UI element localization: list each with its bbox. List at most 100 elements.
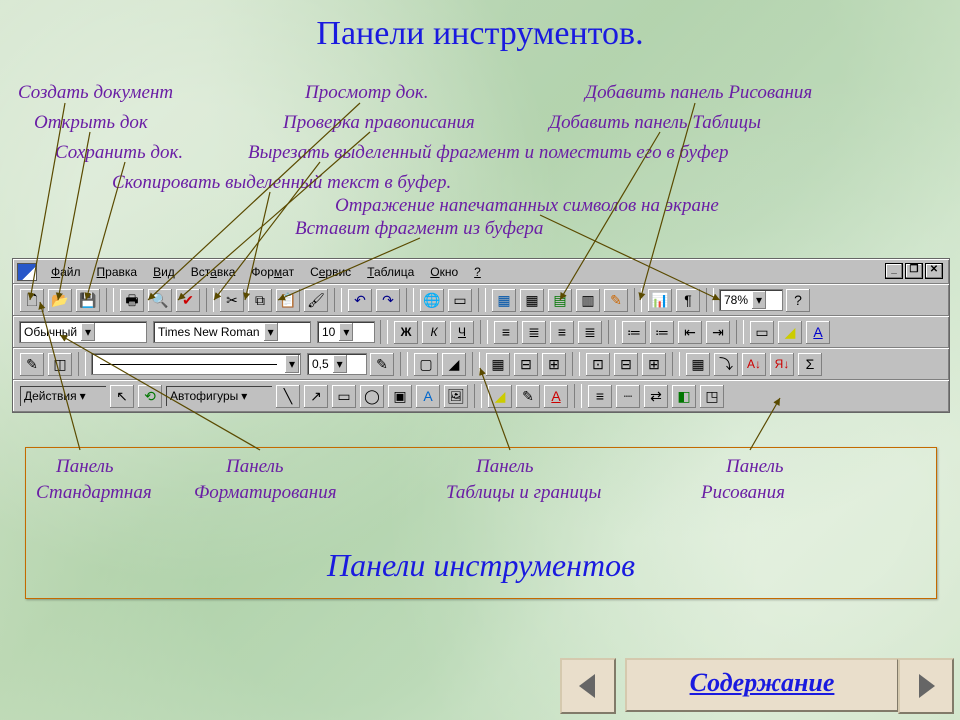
menu-format[interactable]: Формат: [243, 262, 302, 282]
bordercolor-button[interactable]: ✎: [369, 352, 395, 377]
align-left-button[interactable]: ≡: [493, 320, 519, 345]
rotate-button[interactable]: ⟲: [137, 384, 163, 409]
line-button[interactable]: ╲: [275, 384, 301, 409]
drawtable-button[interactable]: ✎: [19, 352, 45, 377]
undo-button[interactable]: ↶: [347, 288, 373, 313]
showhide-button[interactable]: ¶: [675, 288, 701, 313]
fill-button[interactable]: ◢: [487, 384, 513, 409]
eraser-button[interactable]: ◫: [47, 352, 73, 377]
distribute-rows-button[interactable]: ⊟: [613, 352, 639, 377]
autosum-button[interactable]: Σ: [797, 352, 823, 377]
shadow-button[interactable]: ◧: [671, 384, 697, 409]
outside-border-button[interactable]: ▢: [413, 352, 439, 377]
dashstyle-button[interactable]: ┈: [615, 384, 641, 409]
label-spell: Проверка правописания: [283, 112, 475, 134]
prev-button[interactable]: [560, 658, 616, 714]
copy-button[interactable]: ⧉: [247, 288, 273, 313]
print-button[interactable]: 🖶: [119, 288, 145, 313]
line-icon: ╲: [284, 389, 292, 403]
italic-icon: К: [430, 325, 437, 339]
align-just-button[interactable]: ≣: [577, 320, 603, 345]
oval-button[interactable]: ◯: [359, 384, 385, 409]
restore-button[interactable]: ❐: [905, 263, 923, 279]
oval-icon: ◯: [364, 389, 380, 403]
bold-button[interactable]: Ж: [393, 320, 419, 345]
minimize-button[interactable]: _: [885, 263, 903, 279]
align-center-button[interactable]: ≣: [521, 320, 547, 345]
align-right-button[interactable]: ≡: [549, 320, 575, 345]
linestyle-combo[interactable]: ▾: [91, 353, 301, 375]
split-button[interactable]: ⊞: [541, 352, 567, 377]
save-button[interactable]: 💾: [75, 288, 101, 313]
select-button[interactable]: ↖: [109, 384, 135, 409]
linestyle-button[interactable]: ≡: [587, 384, 613, 409]
paste-button[interactable]: 📋: [275, 288, 301, 313]
separator: [478, 288, 486, 312]
preview-button[interactable]: 🔍: [147, 288, 173, 313]
label-addtable: Добавить панель Таблицы: [549, 112, 761, 134]
open-button[interactable]: 📂: [47, 288, 73, 313]
webbar-button[interactable]: ▭: [447, 288, 473, 313]
actions-menu[interactable]: Действия▾: [19, 385, 107, 407]
contents-button[interactable]: Содержание: [625, 658, 899, 712]
italic-button[interactable]: К: [421, 320, 447, 345]
menu-table[interactable]: Таблица: [359, 262, 422, 282]
help-button[interactable]: ?: [785, 288, 811, 313]
menu-edit[interactable]: Правка: [89, 262, 146, 282]
style-combo[interactable]: Обычный▾: [19, 321, 147, 343]
inserttable-button[interactable]: ▦: [485, 352, 511, 377]
menu-file[interactable]: Файл: [43, 262, 89, 282]
linecolor-button[interactable]: ✎: [515, 384, 541, 409]
arrow-button[interactable]: ↗: [303, 384, 329, 409]
clipart-button[interactable]: 🖼: [443, 384, 469, 409]
sort-asc-button[interactable]: A↓: [741, 352, 767, 377]
underline-button[interactable]: Ч: [449, 320, 475, 345]
columns-button[interactable]: ▥: [575, 288, 601, 313]
new-button[interactable]: 🗋: [19, 288, 45, 313]
tables-button[interactable]: ▦: [491, 288, 517, 313]
link-button[interactable]: 🌐: [419, 288, 445, 313]
merge-button[interactable]: ⊟: [513, 352, 539, 377]
numlist-button[interactable]: ≔: [621, 320, 647, 345]
autoshapes-menu[interactable]: Автофигуры▾: [165, 385, 273, 407]
spell-button[interactable]: ✔: [175, 288, 201, 313]
menu-help[interactable]: ?: [466, 262, 489, 282]
3d-button[interactable]: ◳: [699, 384, 725, 409]
cut-button[interactable]: ✂: [219, 288, 245, 313]
fontcolor-button[interactable]: A: [805, 320, 831, 345]
autoformat-button[interactable]: ▦: [685, 352, 711, 377]
label-save: Сохранить док.: [55, 142, 183, 164]
lineweight-combo[interactable]: 0,5▾: [307, 353, 367, 375]
outdent-button[interactable]: ⇤: [677, 320, 703, 345]
highlight-button[interactable]: ◢: [777, 320, 803, 345]
insert-table-button[interactable]: ▦: [519, 288, 545, 313]
font-combo[interactable]: Times New Roman▾: [153, 321, 311, 343]
sort-desc-button[interactable]: Я↓: [769, 352, 795, 377]
borders-button[interactable]: ▭: [749, 320, 775, 345]
drawing-button[interactable]: ✎: [603, 288, 629, 313]
indent-button[interactable]: ⇥: [705, 320, 731, 345]
fillcolor-button[interactable]: ◢: [441, 352, 467, 377]
fontcolor-button2[interactable]: A: [543, 384, 569, 409]
excel-button[interactable]: ▤: [547, 288, 573, 313]
menu-insert[interactable]: Вставка: [183, 262, 244, 282]
align-top-button[interactable]: ⊡: [585, 352, 611, 377]
close-button[interactable]: ✕: [925, 263, 943, 279]
distribute-cols-button[interactable]: ⊞: [641, 352, 667, 377]
redo-button[interactable]: ↷: [375, 288, 401, 313]
arrowstyle-button[interactable]: ⇄: [643, 384, 669, 409]
menu-tools[interactable]: Сервис: [302, 262, 359, 282]
bullist-button[interactable]: ≔: [649, 320, 675, 345]
next-button[interactable]: [898, 658, 954, 714]
size-combo[interactable]: 10▾: [317, 321, 375, 343]
fmtpaint-button[interactable]: 🖌: [303, 288, 329, 313]
rect-button[interactable]: ▭: [331, 384, 357, 409]
zoom-combo[interactable]: 78%▾: [719, 289, 783, 311]
text-direction-button[interactable]: ⤵: [713, 352, 739, 377]
menu-window[interactable]: Окно: [422, 262, 466, 282]
menu-view[interactable]: Вид: [145, 262, 183, 282]
textbox-button[interactable]: ▣: [387, 384, 413, 409]
wordart-button[interactable]: A: [415, 384, 441, 409]
bucket-icon: ◢: [495, 389, 506, 403]
chart-button[interactable]: 📊: [647, 288, 673, 313]
